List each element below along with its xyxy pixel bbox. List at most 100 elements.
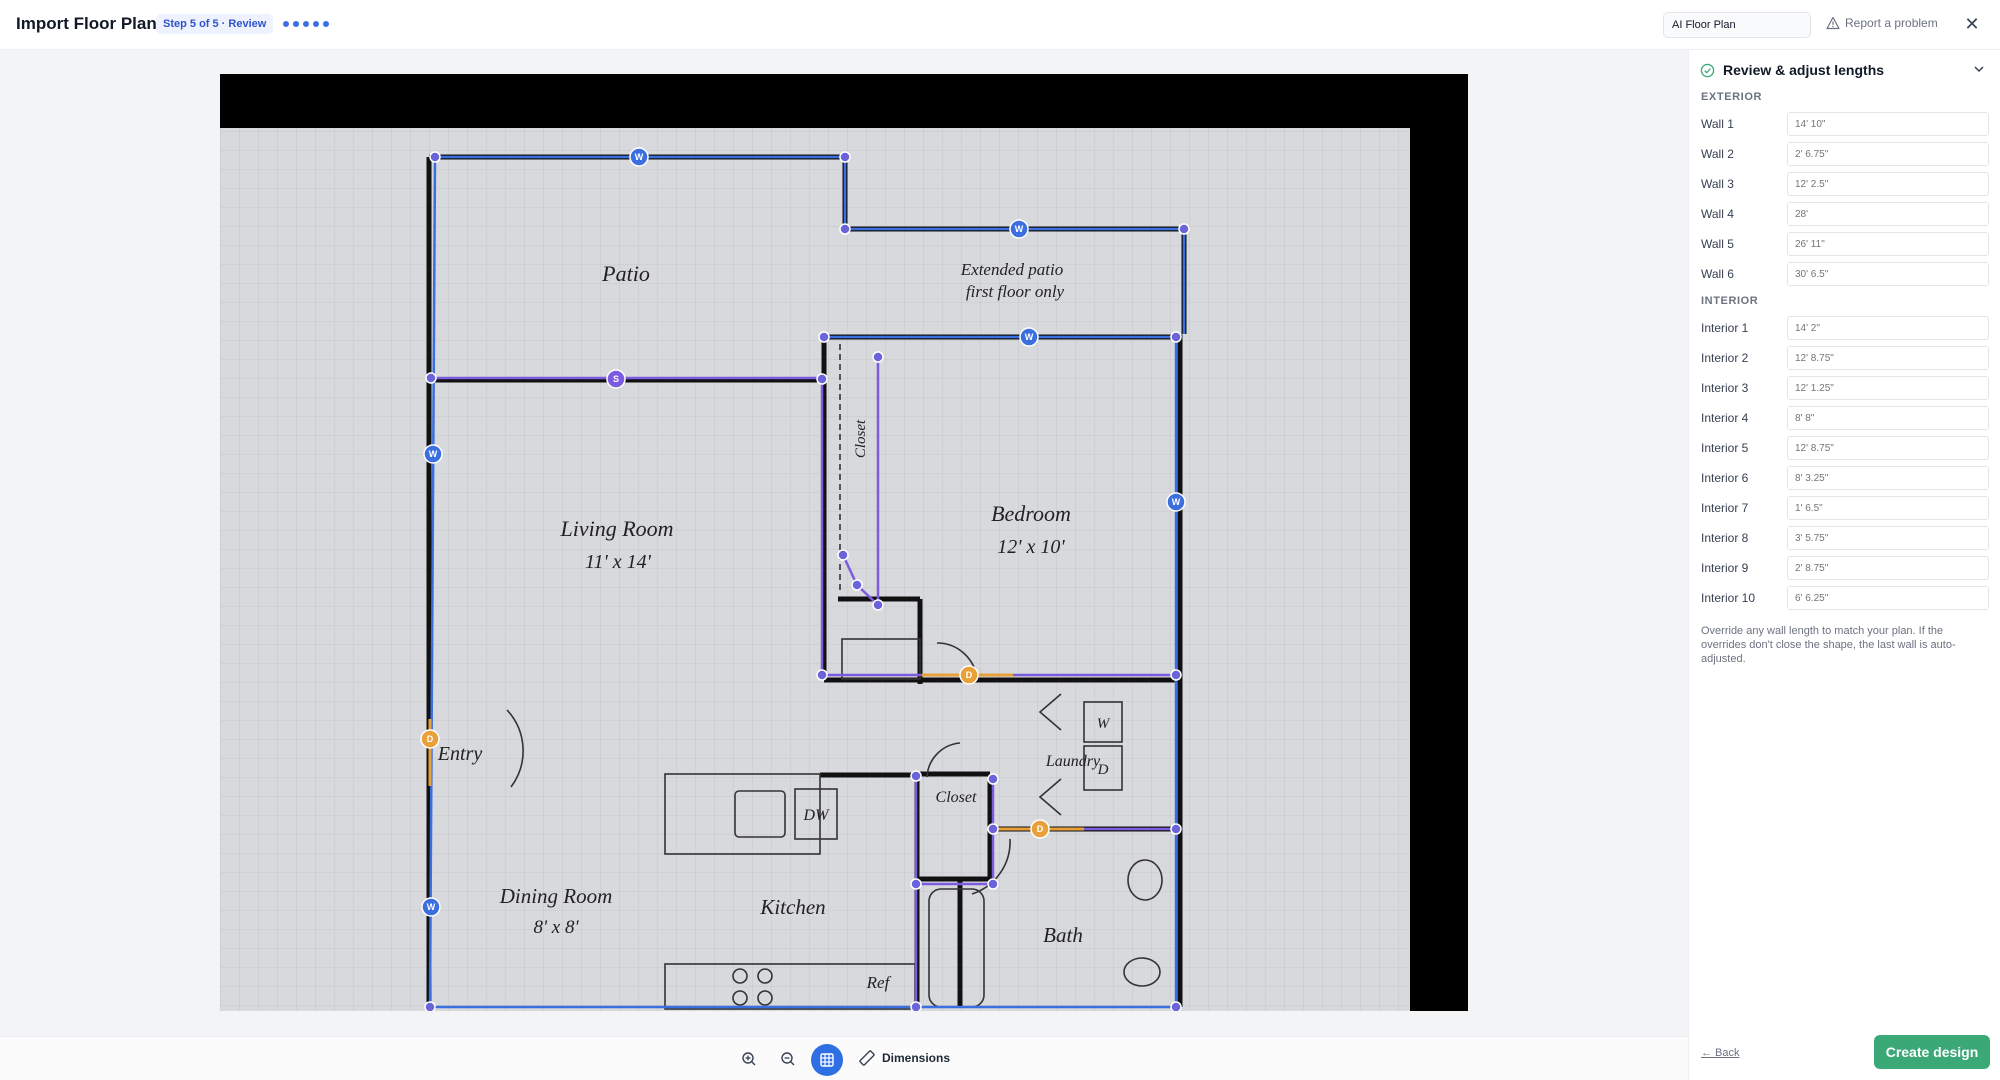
report-problem-button[interactable]: Report a problem bbox=[1826, 16, 1938, 30]
vertex-handle[interactable] bbox=[872, 599, 884, 611]
window-marker[interactable]: W bbox=[421, 897, 441, 917]
label-living-room-size: 11' x 14' bbox=[585, 551, 652, 573]
wall-length-input[interactable] bbox=[1787, 142, 1989, 166]
window-marker[interactable]: W bbox=[1166, 492, 1186, 512]
dimensions-button[interactable]: Dimensions bbox=[858, 1049, 950, 1067]
wall-label: Interior 7 bbox=[1701, 501, 1749, 515]
close-icon[interactable]: ✕ bbox=[1961, 12, 1983, 36]
slider-marker[interactable]: S bbox=[606, 369, 626, 389]
wall-length-input[interactable] bbox=[1787, 466, 1989, 490]
label-bath: Bath bbox=[1043, 923, 1083, 947]
review-section-header[interactable]: Review & adjust lengths bbox=[1700, 60, 1990, 80]
wall-label: Interior 10 bbox=[1701, 591, 1756, 605]
wall-length-input[interactable] bbox=[1787, 496, 1989, 520]
exterior-wall-row: Wall 6 bbox=[1701, 262, 1989, 286]
svg-text:W: W bbox=[429, 449, 438, 459]
label-bedroom: Bedroom bbox=[991, 501, 1071, 526]
vertex-handle[interactable] bbox=[839, 223, 851, 235]
plan-name-input[interactable] bbox=[1663, 12, 1811, 38]
label-patio: Patio bbox=[601, 261, 650, 286]
wall-length-input[interactable] bbox=[1787, 172, 1989, 196]
vertex-handle[interactable] bbox=[429, 151, 441, 163]
vertex-handle[interactable] bbox=[1170, 823, 1182, 835]
vertex-handle[interactable] bbox=[818, 331, 830, 343]
vertex-handle[interactable] bbox=[987, 878, 999, 890]
wall-length-input[interactable] bbox=[1787, 376, 1989, 400]
create-design-button[interactable]: Create design bbox=[1874, 1035, 1990, 1069]
window-marker[interactable]: W bbox=[423, 444, 443, 464]
chevron-down-icon bbox=[1974, 66, 1984, 73]
svg-text:D: D bbox=[427, 734, 434, 744]
vertex-handle[interactable] bbox=[910, 770, 922, 782]
floor-plan-canvas[interactable]: Patio Extended patio first floor only Li… bbox=[220, 74, 1468, 1011]
bottom-toolbar: Dimensions bbox=[0, 1036, 1688, 1080]
label-dining-room: Dining Room bbox=[499, 884, 613, 908]
interior-wall-row: Interior 6 bbox=[1701, 466, 1989, 490]
wall-length-input[interactable] bbox=[1787, 526, 1989, 550]
wall-label: Interior 3 bbox=[1701, 381, 1749, 395]
window-marker[interactable]: W bbox=[1009, 219, 1029, 239]
window-marker[interactable]: W bbox=[629, 147, 649, 167]
step-dot bbox=[283, 21, 289, 27]
wall-label: Interior 5 bbox=[1701, 441, 1749, 455]
wall-length-input[interactable] bbox=[1787, 346, 1989, 370]
zoom-out-icon bbox=[781, 1052, 795, 1066]
vertex-handle[interactable] bbox=[424, 1001, 436, 1011]
door-marker[interactable]: D bbox=[420, 729, 440, 749]
vertex-handle[interactable] bbox=[872, 351, 884, 363]
vertex-handle[interactable] bbox=[1170, 331, 1182, 343]
wall-length-input[interactable] bbox=[1787, 406, 1989, 430]
wall-length-input[interactable] bbox=[1787, 202, 1989, 226]
vertex-handle[interactable] bbox=[910, 1001, 922, 1011]
interior-wall-row: Interior 8 bbox=[1701, 526, 1989, 550]
vertex-handle[interactable] bbox=[425, 372, 437, 384]
wall-length-input[interactable] bbox=[1787, 262, 1989, 286]
exterior-wall-row: Wall 5 bbox=[1701, 232, 1989, 256]
vertex-handle[interactable] bbox=[1170, 1001, 1182, 1011]
vertex-handle[interactable] bbox=[910, 878, 922, 890]
label-washer: W bbox=[1097, 716, 1111, 732]
back-link[interactable]: ← Back bbox=[1701, 1047, 1740, 1059]
label-dining-room-size: 8' x 8' bbox=[533, 917, 579, 938]
interior-wall-row: Interior 5 bbox=[1701, 436, 1989, 460]
vertex-handle[interactable] bbox=[987, 823, 999, 835]
wall-length-input[interactable] bbox=[1787, 556, 1989, 580]
window-marker[interactable]: W bbox=[1019, 327, 1039, 347]
vertex-handle[interactable] bbox=[839, 151, 851, 163]
vertex-handle[interactable] bbox=[987, 773, 999, 785]
wall-length-input[interactable] bbox=[1787, 232, 1989, 256]
vertex-handle[interactable] bbox=[816, 373, 828, 385]
interior-wall-row: Interior 9 bbox=[1701, 556, 1989, 580]
svg-text:S: S bbox=[613, 374, 619, 384]
dimensions-label: Dimensions bbox=[882, 1051, 951, 1065]
page-title: Import Floor Plan bbox=[16, 14, 157, 33]
wall-label: Interior 4 bbox=[1701, 411, 1749, 425]
label-bedroom-size: 12' x 10' bbox=[997, 536, 1065, 558]
wall-label: Wall 1 bbox=[1701, 117, 1734, 131]
plan-grid bbox=[220, 128, 1410, 1011]
wall-label: Interior 6 bbox=[1701, 471, 1749, 485]
step-badge: Step 5 of 5 · Review bbox=[156, 14, 274, 34]
zoom-in-icon bbox=[742, 1052, 756, 1066]
interior-wall-row: Interior 3 bbox=[1701, 376, 1989, 400]
zoom-in-button[interactable] bbox=[737, 1047, 761, 1071]
vertex-handle[interactable] bbox=[851, 579, 863, 591]
exterior-wall-row: Wall 3 bbox=[1701, 172, 1989, 196]
zoom-out-button[interactable] bbox=[776, 1047, 800, 1071]
vertex-handle[interactable] bbox=[837, 549, 849, 561]
wall-length-input[interactable] bbox=[1787, 586, 1989, 610]
vertex-handle[interactable] bbox=[816, 669, 828, 681]
wall-length-input[interactable] bbox=[1787, 436, 1989, 460]
override-note: Override any wall length to match your p… bbox=[1701, 625, 1956, 665]
label-closet-upper: Closet bbox=[853, 419, 869, 458]
vertex-handle[interactable] bbox=[1170, 669, 1182, 681]
vertex-handle[interactable] bbox=[1178, 223, 1190, 235]
exterior-section-label: EXTERIOR bbox=[1701, 91, 1763, 103]
interior-wall-row: Interior 4 bbox=[1701, 406, 1989, 430]
canvas-area: Patio Extended patio first floor only Li… bbox=[0, 50, 1688, 1036]
door-marker[interactable]: D bbox=[1030, 819, 1050, 839]
wall-length-input[interactable] bbox=[1787, 316, 1989, 340]
wall-length-input[interactable] bbox=[1787, 112, 1989, 136]
door-marker[interactable]: D bbox=[959, 665, 979, 685]
grid-toggle-button[interactable] bbox=[811, 1044, 843, 1076]
